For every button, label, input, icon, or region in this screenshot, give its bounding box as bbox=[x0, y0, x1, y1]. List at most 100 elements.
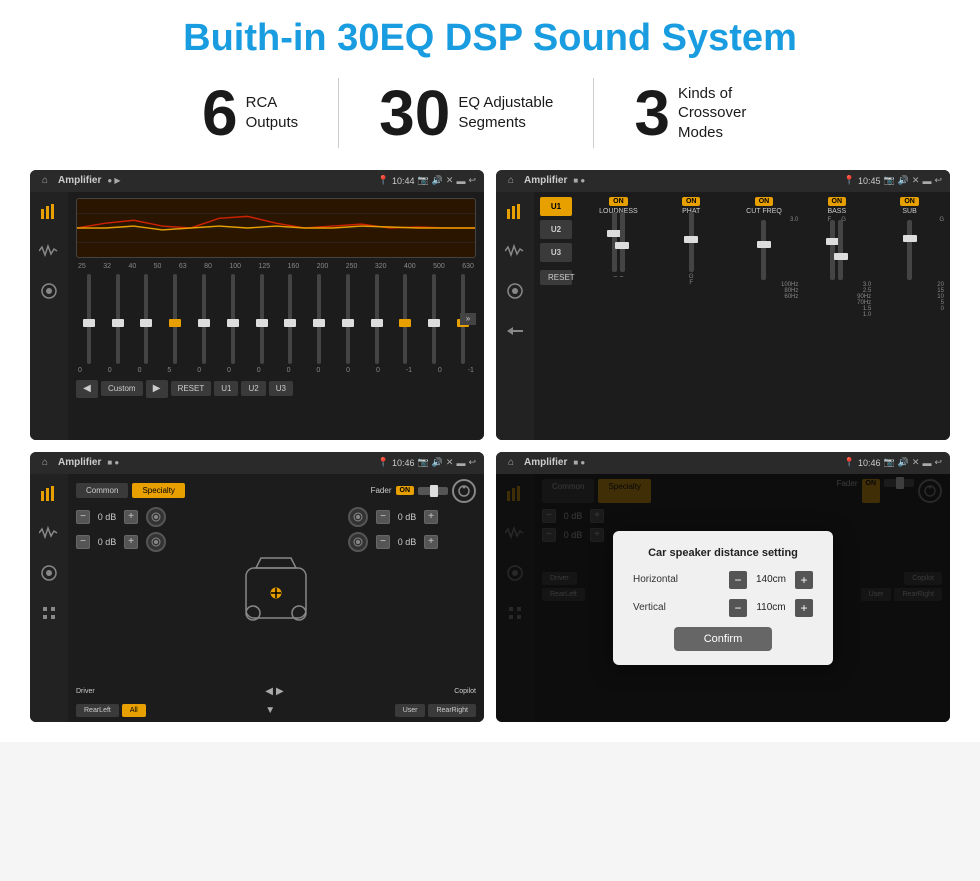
eq-slider-2[interactable] bbox=[105, 274, 131, 364]
cross-reset-btn[interactable]: RESET bbox=[540, 270, 572, 285]
cross-u3-btn[interactable]: U3 bbox=[540, 243, 572, 262]
cutfreq-on[interactable]: ON bbox=[755, 197, 774, 206]
eq-slider-5[interactable] bbox=[191, 274, 217, 364]
fader-db1-minus[interactable]: − bbox=[76, 510, 90, 524]
fader-sidebar-eq[interactable] bbox=[36, 480, 62, 506]
eq-slider-4[interactable] bbox=[162, 274, 188, 364]
home-icon[interactable]: ⌂ bbox=[38, 174, 52, 188]
fader-user-btn[interactable]: User bbox=[395, 704, 426, 717]
dialog-back-icon: ↩ bbox=[934, 457, 942, 468]
fader-db2-minus[interactable]: − bbox=[76, 535, 90, 549]
eq-slider-6[interactable] bbox=[220, 274, 246, 364]
fader-db4-minus[interactable]: − bbox=[376, 535, 390, 549]
fader-back-icon: ↩ bbox=[468, 457, 476, 468]
bass-slider-2[interactable] bbox=[838, 220, 843, 280]
fader-on-badge[interactable]: ON bbox=[396, 486, 415, 495]
eq-scroll-right[interactable]: » bbox=[460, 313, 476, 325]
fader-tab-specialty[interactable]: Specialty bbox=[132, 483, 184, 498]
dialog-topbar: ⌂ Amplifier ■ ● 📍 10:46 📷 🔊 ✕ ▬ ↩ bbox=[496, 452, 950, 474]
sub-slider[interactable] bbox=[907, 220, 912, 280]
cross-sidebar-eq[interactable] bbox=[502, 198, 528, 224]
fader-knob[interactable] bbox=[452, 479, 476, 503]
dialog-topbar-title: Amplifier bbox=[524, 457, 567, 468]
eq-next-arrow[interactable]: ▶ bbox=[146, 380, 168, 398]
fader-db2-plus[interactable]: + bbox=[124, 535, 138, 549]
freq-200: 200 bbox=[317, 263, 329, 270]
freq-250: 250 bbox=[346, 263, 358, 270]
fader-db3-plus[interactable]: + bbox=[424, 510, 438, 524]
dialog-confirm-button[interactable]: Confirm bbox=[674, 627, 773, 651]
eq-slider-1[interactable] bbox=[76, 274, 102, 364]
fader-arrow-down[interactable]: ▼ bbox=[265, 705, 275, 716]
cross-u2-btn[interactable]: U2 bbox=[540, 220, 572, 239]
dialog-horizontal-minus[interactable]: − bbox=[729, 571, 747, 589]
bass-on[interactable]: ON bbox=[828, 197, 847, 206]
fader-bottom-labels: Driver ◀ ▶ Copilot bbox=[76, 686, 476, 697]
fader-rearright-btn[interactable]: RearRight bbox=[428, 704, 476, 717]
loudness-on[interactable]: ON bbox=[609, 197, 628, 206]
eq-slider-11[interactable] bbox=[364, 274, 390, 364]
eq-slider-3[interactable] bbox=[134, 274, 160, 364]
eq-u3-btn[interactable]: U3 bbox=[269, 381, 293, 396]
eq-u1-btn[interactable]: U1 bbox=[214, 381, 238, 396]
cutfreq-slider[interactable] bbox=[761, 220, 766, 280]
fader-driver-label: Driver bbox=[76, 688, 95, 695]
cross-sidebar-speaker[interactable] bbox=[502, 278, 528, 304]
fader-sidebar-speaker[interactable] bbox=[36, 560, 62, 586]
eq-slider-13[interactable] bbox=[421, 274, 447, 364]
phat-on[interactable]: ON bbox=[682, 197, 701, 206]
eq-time: 10:44 bbox=[392, 176, 415, 186]
loudness-slider-2[interactable] bbox=[620, 212, 625, 272]
cross-sidebar-arrows[interactable] bbox=[502, 318, 528, 344]
fader-db1-plus[interactable]: + bbox=[124, 510, 138, 524]
eq-sidebar bbox=[30, 192, 68, 440]
freq-500: 500 bbox=[433, 263, 445, 270]
sub-on[interactable]: ON bbox=[900, 197, 919, 206]
loudness-label: LOUDNESS bbox=[599, 208, 638, 215]
fader-tab-common[interactable]: Common bbox=[76, 483, 128, 498]
eq-slider-9[interactable] bbox=[306, 274, 332, 364]
fader-copilot-label: Copilot bbox=[454, 688, 476, 695]
fader-home-icon[interactable]: ⌂ bbox=[38, 456, 52, 470]
fader-topbar: ⌂ Amplifier ■ ● 📍 10:46 📷 🔊 ✕ ▬ ↩ bbox=[30, 452, 484, 474]
freq-630: 630 bbox=[462, 263, 474, 270]
eq-sidebar-equalizer[interactable] bbox=[36, 198, 62, 224]
dialog-vertical-minus[interactable]: − bbox=[729, 599, 747, 617]
fader-arrow-right[interactable]: ▶ bbox=[276, 686, 284, 697]
stat-label-crossover: Kinds of Crossover Modes bbox=[678, 84, 778, 143]
cross-topbar: ⌂ Amplifier ■ ● 📍 10:45 📷 🔊 ✕ ▬ ↩ bbox=[496, 170, 950, 192]
eq-slider-10[interactable] bbox=[335, 274, 361, 364]
fader-slider[interactable] bbox=[418, 487, 448, 495]
eq-prev-arrow[interactable]: ◀ bbox=[76, 380, 98, 398]
eq-slider-12[interactable] bbox=[393, 274, 419, 364]
eq-sidebar-speaker[interactable] bbox=[36, 278, 62, 304]
fader-sidebar-expand[interactable] bbox=[36, 600, 62, 626]
eq-sidebar-waveform[interactable] bbox=[36, 238, 62, 264]
cross-home-icon[interactable]: ⌂ bbox=[504, 174, 518, 188]
dialog-horizontal-plus[interactable]: + bbox=[795, 571, 813, 589]
fader-camera-icon: 📷 bbox=[417, 457, 428, 468]
dialog-topbar-dots: ■ ● bbox=[573, 458, 585, 467]
bass-slider-1[interactable] bbox=[830, 220, 835, 280]
phat-slider[interactable] bbox=[689, 212, 694, 272]
bass-sliders bbox=[830, 225, 843, 280]
dialog-overlay: Car speaker distance setting Horizontal … bbox=[496, 474, 950, 722]
fader-db4-plus[interactable]: + bbox=[424, 535, 438, 549]
dialog-vertical-plus[interactable]: + bbox=[795, 599, 813, 617]
dialog-home-icon[interactable]: ⌂ bbox=[504, 456, 518, 470]
fader-slider-thumb[interactable] bbox=[430, 485, 438, 497]
eq-u2-btn[interactable]: U2 bbox=[241, 381, 265, 396]
eq-scroll-arrows[interactable]: » bbox=[460, 313, 476, 325]
eq-screen-content: 25 32 40 50 63 80 100 125 160 200 250 32… bbox=[30, 192, 484, 440]
fader-rearleft-btn[interactable]: RearLeft bbox=[76, 704, 119, 717]
fader-all-btn[interactable]: All bbox=[122, 704, 146, 717]
eq-reset-btn[interactable]: RESET bbox=[171, 381, 212, 396]
fader-sidebar-wave[interactable] bbox=[36, 520, 62, 546]
cross-sidebar-wave[interactable] bbox=[502, 238, 528, 264]
fader-db3-minus[interactable]: − bbox=[376, 510, 390, 524]
eq-slider-7[interactable] bbox=[249, 274, 275, 364]
fader-arrow-left[interactable]: ◀ bbox=[265, 686, 273, 697]
cross-u1-btn[interactable]: U1 bbox=[540, 197, 572, 216]
fader-speaker-1 bbox=[146, 507, 166, 527]
eq-slider-8[interactable] bbox=[277, 274, 303, 364]
